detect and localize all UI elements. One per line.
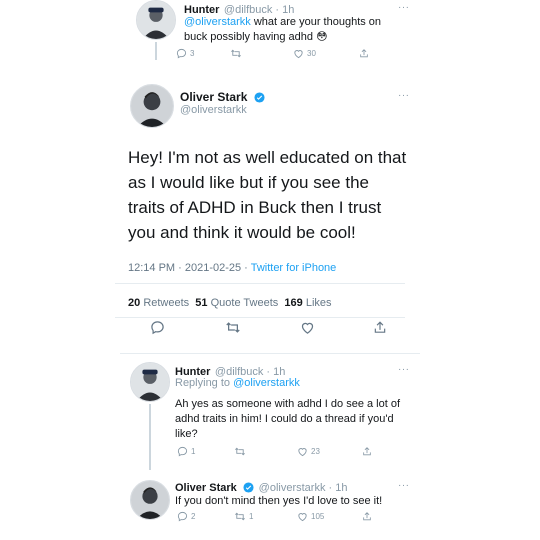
more-options-icon[interactable]: ··· bbox=[398, 480, 410, 491]
more-options-icon[interactable]: ··· bbox=[398, 2, 410, 13]
engagement-stats: 20 Retweets 51 Quote Tweets 169 Likes bbox=[128, 297, 332, 309]
thread-line bbox=[155, 42, 157, 60]
like-button[interactable]: 30 bbox=[293, 48, 316, 59]
avatar[interactable] bbox=[130, 480, 170, 520]
share-button[interactable] bbox=[359, 48, 369, 59]
like-button[interactable]: 23 bbox=[297, 446, 320, 457]
likes-stat[interactable]: 169 Likes bbox=[284, 297, 331, 309]
author-name[interactable]: Oliver Stark bbox=[180, 90, 247, 104]
retweet-button[interactable]: 1 bbox=[234, 511, 253, 522]
share-icon bbox=[363, 446, 371, 455]
author-name[interactable]: Oliver Stark bbox=[175, 482, 237, 494]
reply-button[interactable]: 3 bbox=[176, 48, 194, 59]
like-button[interactable] bbox=[300, 320, 315, 335]
share-button[interactable] bbox=[362, 511, 372, 522]
heart-icon bbox=[298, 512, 307, 521]
quote-tweets-stat[interactable]: 51 Quote Tweets bbox=[195, 297, 278, 309]
more-options-icon[interactable]: ··· bbox=[398, 90, 410, 101]
retweet-icon bbox=[226, 321, 240, 333]
avatar[interactable] bbox=[136, 0, 176, 40]
reply-icon bbox=[176, 48, 187, 58]
share-icon bbox=[360, 48, 368, 57]
reply-count: 3 bbox=[190, 48, 195, 58]
like-count: 30 bbox=[307, 48, 316, 58]
mention-link[interactable]: @oliverstarkk bbox=[184, 16, 251, 28]
reply-icon bbox=[177, 511, 188, 521]
retweet-button[interactable] bbox=[234, 446, 249, 457]
like-button[interactable]: 105 bbox=[297, 511, 324, 522]
reply-button[interactable]: 1 bbox=[177, 446, 195, 457]
author-handle[interactable]: @oliverstarkk bbox=[180, 104, 247, 116]
retweets-stat[interactable]: 20 Retweets bbox=[128, 297, 189, 309]
retweet-button[interactable] bbox=[230, 48, 245, 59]
retweet-icon bbox=[231, 49, 241, 57]
heart-icon bbox=[301, 322, 314, 334]
retweet-count: 1 bbox=[249, 511, 254, 521]
like-count: 105 bbox=[311, 511, 325, 521]
divider bbox=[115, 317, 405, 318]
replying-to-link[interactable]: @oliverstarkk bbox=[233, 377, 300, 389]
heart-icon bbox=[294, 49, 303, 58]
reply-button[interactable] bbox=[150, 320, 165, 335]
avatar[interactable] bbox=[130, 84, 174, 128]
share-icon bbox=[374, 320, 386, 333]
divider bbox=[115, 283, 405, 284]
more-options-icon[interactable]: ··· bbox=[398, 364, 410, 375]
share-button[interactable] bbox=[362, 446, 372, 457]
author-handle[interactable]: @oliverstarkk · 1h bbox=[259, 482, 348, 494]
reply-icon bbox=[151, 320, 164, 334]
avatar[interactable] bbox=[130, 362, 170, 402]
like-count: 23 bbox=[311, 446, 320, 456]
divider bbox=[120, 353, 420, 354]
retweet-button[interactable] bbox=[225, 320, 241, 335]
reply-count: 2 bbox=[191, 511, 196, 521]
tweet-meta: 12:14 PM · 2021-02-25 · Twitter for iPho… bbox=[128, 262, 336, 274]
share-icon bbox=[363, 511, 371, 520]
retweet-icon bbox=[235, 512, 245, 520]
thread-line bbox=[149, 404, 151, 470]
timestamp[interactable]: 12:14 PM · 2021-02-25 · bbox=[128, 262, 251, 274]
tweet-text: Hey! I'm not as well educated on that as… bbox=[128, 148, 407, 242]
source-link[interactable]: Twitter for iPhone bbox=[251, 262, 337, 274]
verified-badge-icon bbox=[243, 482, 254, 493]
share-button[interactable] bbox=[373, 320, 387, 335]
tweet-text: If you don't mind then yes I'd love to s… bbox=[175, 495, 383, 507]
flushed-emoji-icon: 😳 bbox=[316, 31, 328, 43]
heart-icon bbox=[298, 447, 307, 456]
retweet-icon bbox=[235, 447, 245, 455]
reply-icon bbox=[177, 446, 188, 456]
verified-badge-icon bbox=[254, 92, 265, 103]
reply-button[interactable]: 2 bbox=[177, 511, 195, 522]
tweet-text: Ah yes as someone with adhd I do see a l… bbox=[175, 398, 401, 440]
replying-to: Replying to @oliverstarkk bbox=[175, 377, 300, 389]
reply-count: 1 bbox=[191, 446, 196, 456]
tweet-text: @oliverstarkk what are your thoughts on … bbox=[184, 16, 382, 43]
